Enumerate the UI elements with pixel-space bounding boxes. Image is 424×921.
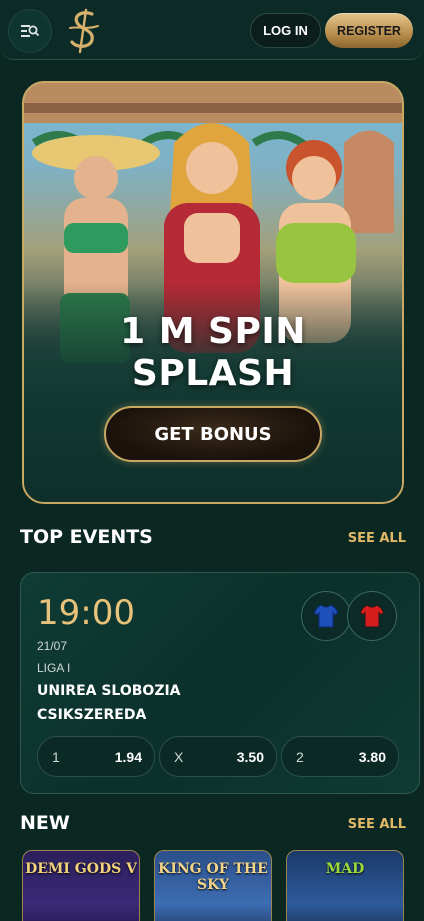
new-games-title: NEW <box>20 812 70 834</box>
odd-button-away[interactable]: 2 3.80 <box>281 736 399 777</box>
banner-title-line2: SPLASH <box>131 353 295 394</box>
jersey-icon <box>359 604 385 628</box>
top-events-see-all-link[interactable]: SEE ALL <box>348 531 406 546</box>
odd-button-home[interactable]: 1 1.94 <box>37 736 155 777</box>
away-team: CSIKSZEREDA <box>37 707 147 723</box>
event-date: 21/07 <box>37 639 68 653</box>
game-tile[interactable]: MAD <box>286 850 404 921</box>
top-events-title: TOP EVENTS <box>20 526 153 548</box>
search-menu-icon <box>21 25 40 37</box>
login-button[interactable]: LOG IN <box>250 13 321 48</box>
jersey-icon <box>313 604 339 628</box>
get-bonus-button[interactable]: GET BONUS <box>104 406 322 462</box>
home-team: UNIREA SLOBOZIA <box>37 683 181 699</box>
promo-banner[interactable]: 1 M SPIN SPLASH GET BONUS <box>22 81 404 504</box>
odd-label: 1 <box>52 748 60 765</box>
game-title: MAD <box>325 861 365 877</box>
odd-label: X <box>174 748 184 765</box>
game-title: DEMI GODS V <box>25 861 137 877</box>
register-button[interactable]: REGISTER <box>325 13 413 48</box>
game-tile[interactable]: DEMI GODS V <box>22 850 140 921</box>
away-jersey <box>347 591 397 641</box>
banner-title: 1 M SPIN SPLASH <box>24 311 402 395</box>
game-title: KING OF THE SKY <box>158 861 268 893</box>
odd-value: 1.94 <box>114 748 142 765</box>
event-time: 19:00 <box>37 593 135 633</box>
banner-title-line1: 1 M SPIN <box>120 311 306 352</box>
new-games-see-all-link[interactable]: SEE ALL <box>348 817 406 832</box>
event-league: LIGA I <box>37 661 71 675</box>
odd-button-draw[interactable]: X 3.50 <box>159 736 277 777</box>
home-jersey <box>301 591 351 641</box>
top-header: LOG IN REGISTER <box>0 0 424 60</box>
event-card[interactable]: 19:00 21/07 LIGA I UNIREA SLOBOZIA CSIKS… <box>20 572 420 794</box>
odd-value: 3.80 <box>358 748 386 765</box>
odd-value: 3.50 <box>236 748 264 765</box>
odd-label: 2 <box>296 748 304 765</box>
dollar-logo-icon[interactable] <box>64 8 104 54</box>
menu-search-button[interactable] <box>8 9 52 53</box>
game-tile[interactable]: KING OF THE SKY <box>154 850 272 921</box>
